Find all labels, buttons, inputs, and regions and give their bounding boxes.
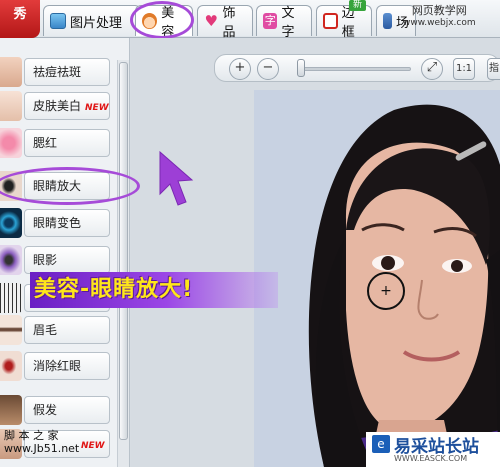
sidebar-item-eye-color[interactable]: 眼睛变色: [0, 206, 116, 240]
watermark-easck: e 易采站长站 WWW.EASCK.COM: [366, 432, 500, 467]
tab-accessories[interactable]: ♥ 饰品: [197, 5, 253, 40]
sidebar-item-label: 眼睛变色: [33, 216, 82, 230]
eye-color-thumbnail: [0, 208, 22, 238]
sidebar-item-wig[interactable]: 假发: [0, 393, 116, 427]
crosshair-icon: +: [380, 283, 392, 299]
picture-icon: [50, 13, 66, 29]
new-badge: 新: [349, 0, 366, 11]
sidebar-item-label: 祛痘祛斑: [33, 65, 82, 79]
tab-label: 饰品: [222, 6, 236, 40]
top-tab-bar: 秀 图片处理 美容 ♥ 饰品 字 文字 边框 新 场 网页教学网 www.web…: [0, 0, 500, 40]
sidebar-item-whitening[interactable]: 皮肤美白 NEW: [0, 89, 116, 123]
sidebar-item-label: 眼影: [33, 253, 58, 267]
sidebar-item-red-eye[interactable]: 消除红眼: [0, 349, 116, 383]
sidebar-scrollbar[interactable]: [117, 60, 129, 467]
sidebar-item-label: 腮红: [33, 136, 58, 150]
beauty-sidebar: 祛痘祛斑 皮肤美白NEW 腮红 眼睛放大 眼睛变色 眼影 睫毛 眉毛 消除红眼 …: [0, 38, 130, 467]
zoom-out-icon: −: [262, 60, 274, 75]
scrollbar-thumb[interactable]: [119, 62, 128, 440]
watermark-top-url: www.webjx.com: [403, 18, 476, 28]
scene-icon: [383, 13, 392, 29]
more-button[interactable]: 指: [487, 58, 500, 80]
brush-cursor: +: [367, 272, 405, 310]
watermark-top-title: 网页教学网: [411, 4, 467, 17]
wig-thumbnail: [0, 395, 22, 425]
more-label: 指: [489, 63, 499, 74]
easck-logo-icon: e: [372, 435, 390, 453]
zoom-in-icon: +: [234, 60, 246, 75]
fit-icon: ⤢: [426, 60, 438, 75]
zoom-slider-knob[interactable]: [297, 59, 305, 77]
text-icon: 字: [263, 13, 278, 29]
watermark-jb51-title: 脚 本 之 家: [4, 429, 59, 442]
banner-text: 美容-眼睛放大!: [34, 277, 194, 302]
sidebar-button[interactable]: 眉毛: [24, 316, 110, 344]
face-thumbnail: [0, 91, 22, 121]
sidebar-item-label: 皮肤美白: [33, 99, 82, 113]
zoom-out-button[interactable]: −: [257, 58, 279, 80]
watermark-easck-url: WWW.EASCK.COM: [394, 454, 468, 463]
eyeshadow-thumbnail: [0, 245, 22, 275]
new-badge: NEW: [81, 441, 105, 451]
tab-label: 文字: [281, 6, 295, 40]
sidebar-item-label: 消除红眼: [33, 359, 82, 373]
sidebar-button[interactable]: 假发: [24, 396, 110, 424]
watermark-jb51-url: www.Jb51.net: [4, 442, 80, 455]
sidebar-button[interactable]: 眼影: [24, 246, 110, 274]
sidebar-button[interactable]: 皮肤美白 NEW: [24, 92, 110, 120]
tab-picture-edit[interactable]: 图片处理: [43, 5, 141, 36]
sidebar-item-blush[interactable]: 腮红: [0, 126, 116, 160]
eyebrow-thumbnail: [0, 315, 22, 345]
actual-size-label: 1:1: [455, 63, 473, 74]
frame-icon: [323, 13, 338, 29]
pointer-arrow-icon: [159, 150, 194, 206]
sidebar-button[interactable]: 消除红眼: [24, 352, 110, 380]
highlight-ring-eye-enlarge: [0, 167, 140, 205]
sidebar-item-eyebrow[interactable]: 眉毛: [0, 313, 116, 347]
tab-text[interactable]: 字 文字: [256, 5, 312, 40]
zoom-in-button[interactable]: +: [229, 58, 251, 80]
highlight-ring-tab: [130, 1, 194, 39]
app-logo: 秀: [0, 0, 40, 38]
sidebar-button[interactable]: 眼睛变色: [24, 209, 110, 237]
blush-thumbnail: [0, 128, 22, 158]
red-eye-thumbnail: [0, 351, 22, 381]
sidebar-item-label: 假发: [33, 403, 58, 417]
eyelash-thumbnail: [0, 283, 22, 313]
watermark-top: 网页教学网 www.webjx.com: [403, 4, 476, 30]
title-banner: 美容-眼睛放大!: [30, 272, 278, 308]
tab-label: 图片处理: [70, 15, 123, 31]
zoom-slider-track[interactable]: [301, 67, 411, 71]
actual-size-button[interactable]: 1:1: [453, 58, 475, 80]
heart-icon: ♥: [204, 12, 218, 30]
sidebar-button[interactable]: 祛痘祛斑: [24, 58, 110, 86]
zoom-toolbar: + − ⤢ 1:1 指: [214, 54, 500, 82]
sidebar-button[interactable]: 腮红: [24, 129, 110, 157]
face-thumbnail: [0, 57, 22, 87]
new-badge: NEW: [85, 103, 109, 113]
fit-window-button[interactable]: ⤢: [421, 58, 443, 80]
sidebar-item-acne[interactable]: 祛痘祛斑: [0, 55, 116, 89]
watermark-jb51: 脚 本 之 家 www.Jb51.net: [4, 429, 79, 455]
sidebar-item-label: 眉毛: [33, 323, 58, 337]
